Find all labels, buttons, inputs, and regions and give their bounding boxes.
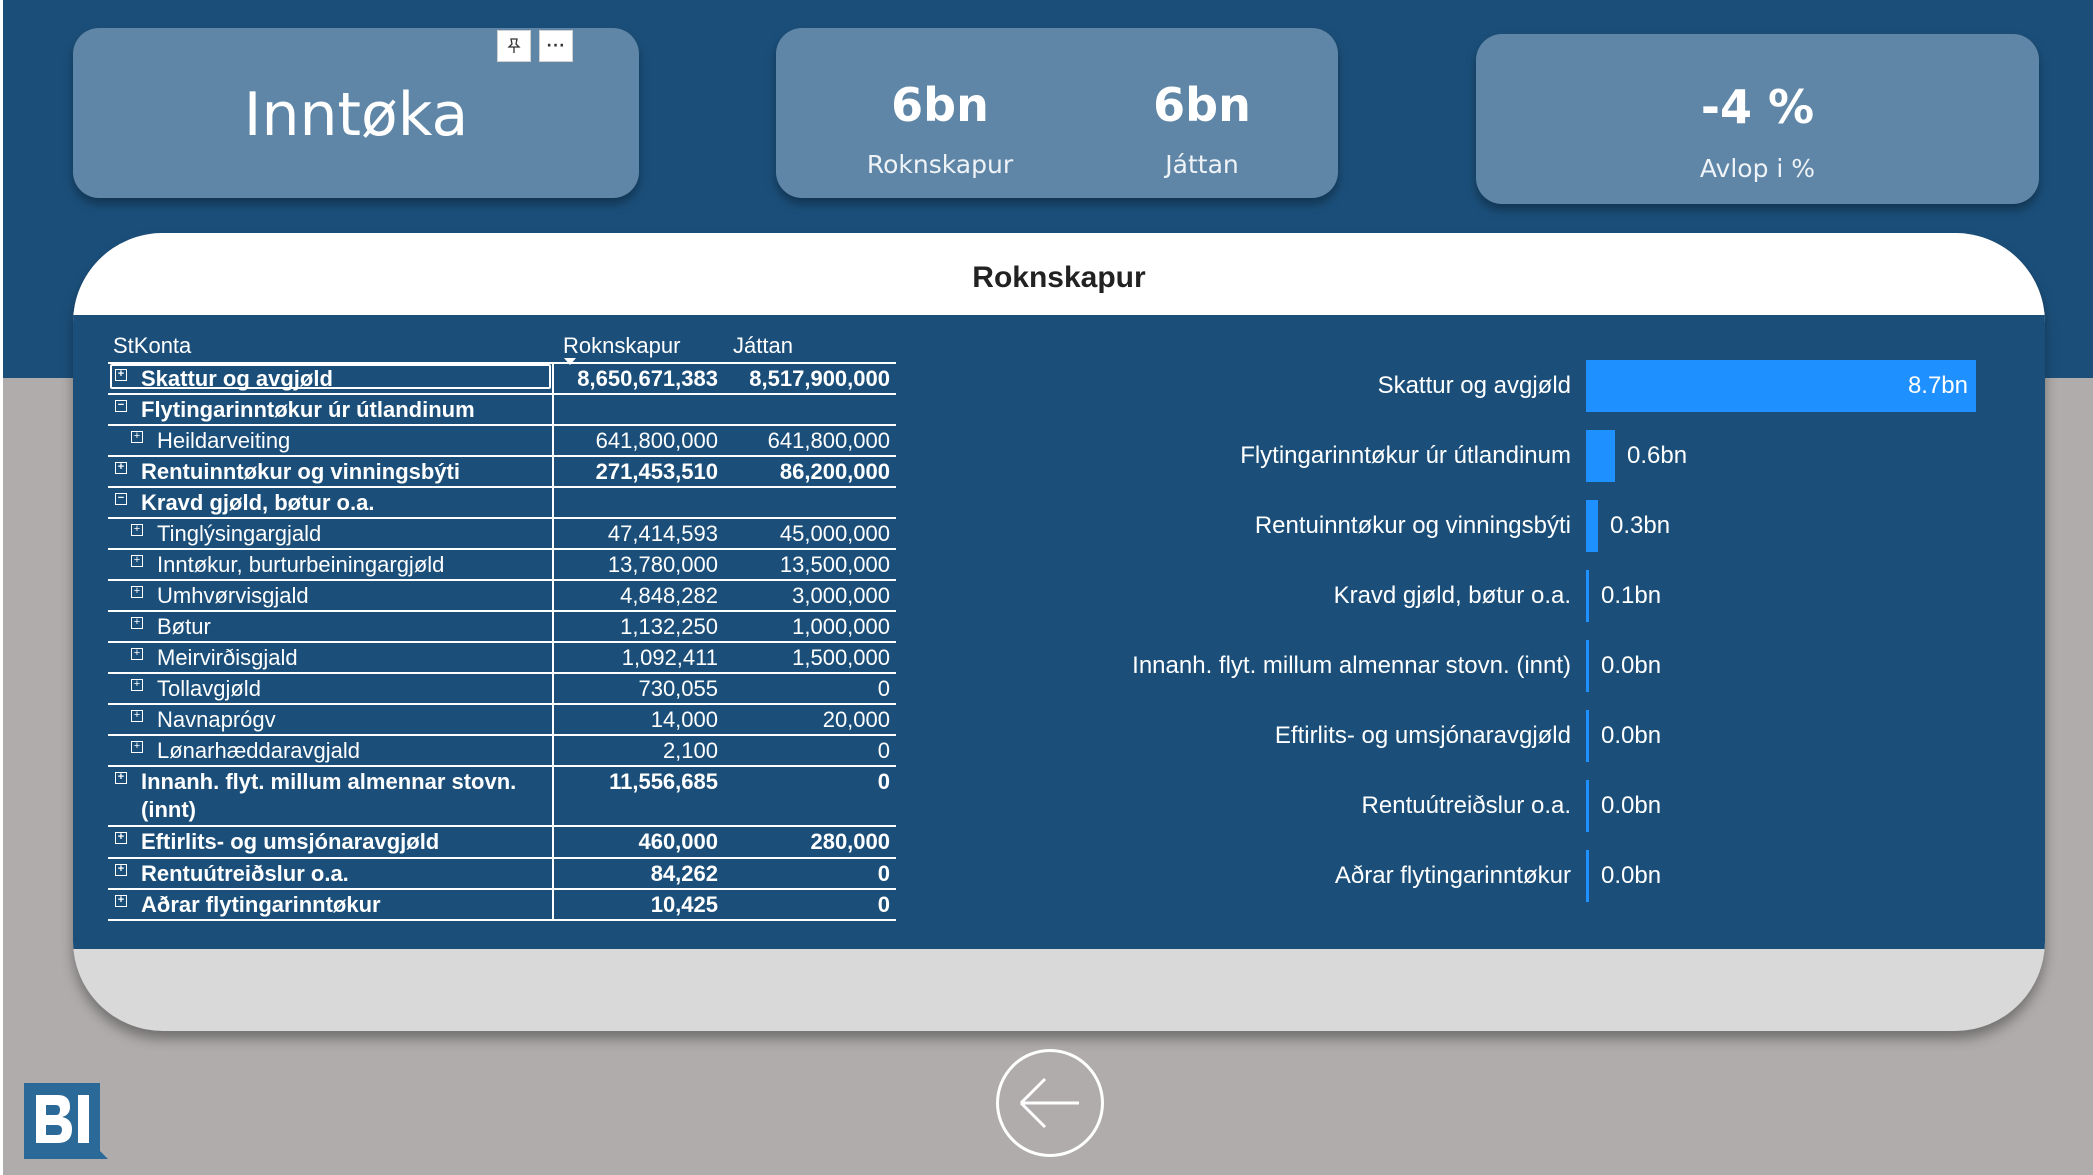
- title-card: ··· Inntøka: [73, 28, 639, 198]
- kpi-jattan: 6bn Játtan: [1092, 78, 1312, 179]
- bar-data-label: 0.3bn: [1610, 512, 1671, 539]
- kpi-roknskapur: 6bn Roknskapur: [830, 78, 1050, 179]
- bar-category-label: Eftirlits- og umsjónaravgjøld: [1274, 722, 1571, 749]
- more-options-icon[interactable]: ···: [539, 30, 573, 62]
- bar[interactable]: [1586, 710, 1589, 762]
- bi-logo: [16, 1075, 108, 1167]
- kpi-card-avlop: -4 % Avlop i %: [1476, 34, 2039, 204]
- panel-header: Roknskapur: [73, 233, 2045, 315]
- kpi-avlop-label: Avlop i %: [1699, 154, 1816, 183]
- bar-category-label: Innanh. flyt. millum almennar stovn. (in…: [1132, 652, 1571, 679]
- bar[interactable]: [1586, 780, 1589, 832]
- bar-data-label: 0.6bn: [1627, 442, 1688, 469]
- bar-data-label: 0.0bn: [1601, 722, 1662, 749]
- panel-body: StKonta Roknskapur Játtan + Skattur og av…: [73, 315, 2045, 949]
- panel-title: Roknskapur: [972, 261, 1146, 294]
- kpi-roknskapur-value: 6bn: [891, 78, 989, 132]
- bar-category-label: Rentuinntøkur og vinningsbýti: [1254, 512, 1571, 539]
- kpi-jattan-label: Játtan: [1165, 150, 1239, 179]
- bar-category-label: Rentuútreiðslur o.a.: [1361, 792, 1571, 819]
- main-panel: Roknskapur StKonta Roknskapur Játtan + Sk…: [73, 233, 2045, 1031]
- kpi-card-totals: 6bn Roknskapur 6bn Játtan: [776, 28, 1338, 198]
- pin-icon[interactable]: [497, 30, 531, 62]
- back-button[interactable]: [996, 1049, 1104, 1157]
- kpi-avlop: -4 % Avlop i %: [1476, 80, 2039, 183]
- bar-category-label: Kravd gjøld, bøtur o.a.: [1333, 582, 1571, 609]
- bar-category-label: Aðrar flytingarinntøkur: [1334, 862, 1571, 889]
- bar[interactable]: [1586, 850, 1589, 902]
- bar-data-label: 0.0bn: [1601, 792, 1662, 819]
- bar-category-label: Flytingarinntøkur úr útlandinum: [1240, 442, 1571, 469]
- bar[interactable]: [1586, 430, 1615, 482]
- bar-data-label: 8.7bn: [1907, 372, 1968, 399]
- left-edge: [0, 0, 3, 1175]
- kpi-jattan-value: 6bn: [1153, 78, 1251, 132]
- bar-data-label: 0.0bn: [1601, 862, 1662, 889]
- bar-data-label: 0.0bn: [1601, 652, 1662, 679]
- bar[interactable]: [1586, 500, 1598, 552]
- kpi-roknskapur-label: Roknskapur: [866, 150, 1014, 179]
- bar-category-label: Skattur og avgjøld: [1377, 372, 1571, 399]
- back-arrow-icon: [1019, 1077, 1079, 1129]
- kpi-avlop-value: -4 %: [1700, 80, 1815, 134]
- bar-data-label: 0.1bn: [1601, 582, 1662, 609]
- bar[interactable]: [1586, 570, 1589, 622]
- bar[interactable]: [1586, 640, 1589, 692]
- bar-chart: Skattur og avgjøld 8.7bn Flytingarinntøkur…: [73, 315, 2045, 949]
- page-title: Inntøka: [243, 80, 469, 150]
